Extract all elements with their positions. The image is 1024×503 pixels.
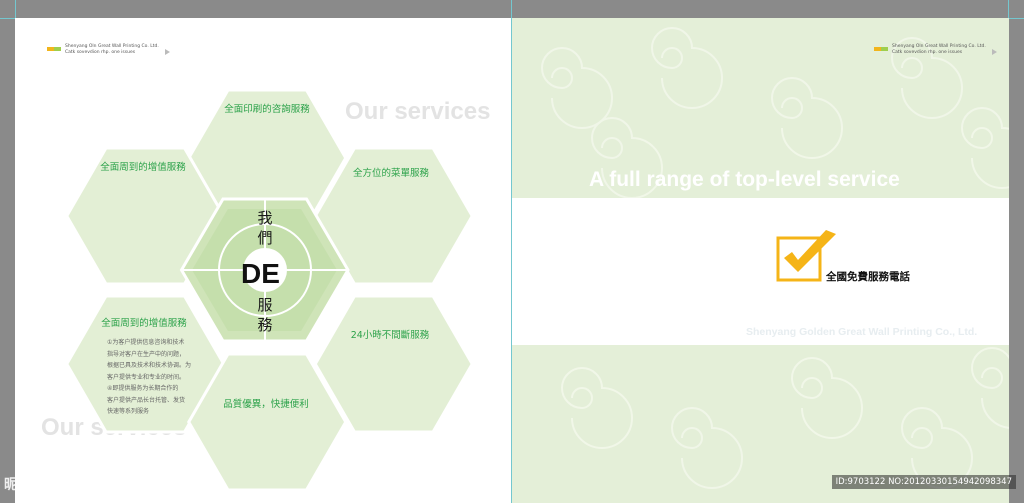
body-line: 快速等系列服务 bbox=[107, 408, 150, 415]
center-logo-text: DE bbox=[241, 258, 280, 289]
center-char: 們 bbox=[257, 229, 273, 247]
right-header-text: Shenyang Oln Great Wall Printing Co. Ltd… bbox=[892, 44, 986, 56]
hex-label-upper-left: 全面周到的增值服務 bbox=[100, 161, 186, 173]
hotline-label: 全國免費服務電話 bbox=[826, 271, 910, 283]
body-line: ④即提供服务为长期合作的 bbox=[107, 385, 179, 392]
hex-label-bottom: 品質優異，快捷便利 bbox=[223, 398, 309, 410]
left-page: Shenyang Oln Great Wall Printing Co. Ltd… bbox=[15, 18, 511, 503]
hex-label-top: 全面印刷的咨詢服務 bbox=[224, 103, 310, 115]
body-line: 指导对客户在生产中的问题， bbox=[107, 350, 186, 358]
body-line: ①为客户提供信息咨询和技术 bbox=[107, 339, 185, 346]
center-char: 服 bbox=[257, 296, 273, 314]
image-credit-label: ID:9703122 NO:20120330154942098347 bbox=[831, 475, 1016, 489]
center-char: 務 bbox=[257, 316, 273, 334]
hex-label-lower-left: 全面周到的增值服務 bbox=[101, 317, 187, 329]
center-char: 我 bbox=[257, 209, 273, 227]
body-line: 客户提供专业和专业的时间。 bbox=[107, 373, 186, 381]
hex-label-upper-right: 全方位的菜單服務 bbox=[353, 167, 430, 179]
header-line: Catk sovevdion rhp. one issues bbox=[892, 50, 963, 55]
company-name-en: Shenyang Golden Great Wall Printing Co.,… bbox=[746, 326, 978, 338]
logo-mark-icon bbox=[874, 47, 888, 51]
right-header: Shenyang Oln Great Wall Printing Co. Ltd… bbox=[874, 44, 997, 56]
hex-label-lower-right: 24小時不間斷服務 bbox=[351, 329, 430, 341]
arrow-icon bbox=[991, 49, 997, 55]
site-watermark: 昵享网 www.nipic.com bbox=[4, 477, 170, 493]
body-line: 根据已具及技术和技术协调。为 bbox=[107, 362, 192, 369]
body-line: 客户提供产品长台托管、发货 bbox=[107, 396, 186, 404]
white-band bbox=[512, 198, 1009, 345]
right-page: Shenyang Oln Great Wall Printing Co. Ltd… bbox=[512, 18, 1009, 503]
band-title: A full range of top-level service bbox=[589, 168, 900, 191]
lower-left-body-text: ①为客户提供信息咨询和技术 指导对客户在生产中的问题， 根据已具及技术和技术协调… bbox=[107, 337, 203, 418]
